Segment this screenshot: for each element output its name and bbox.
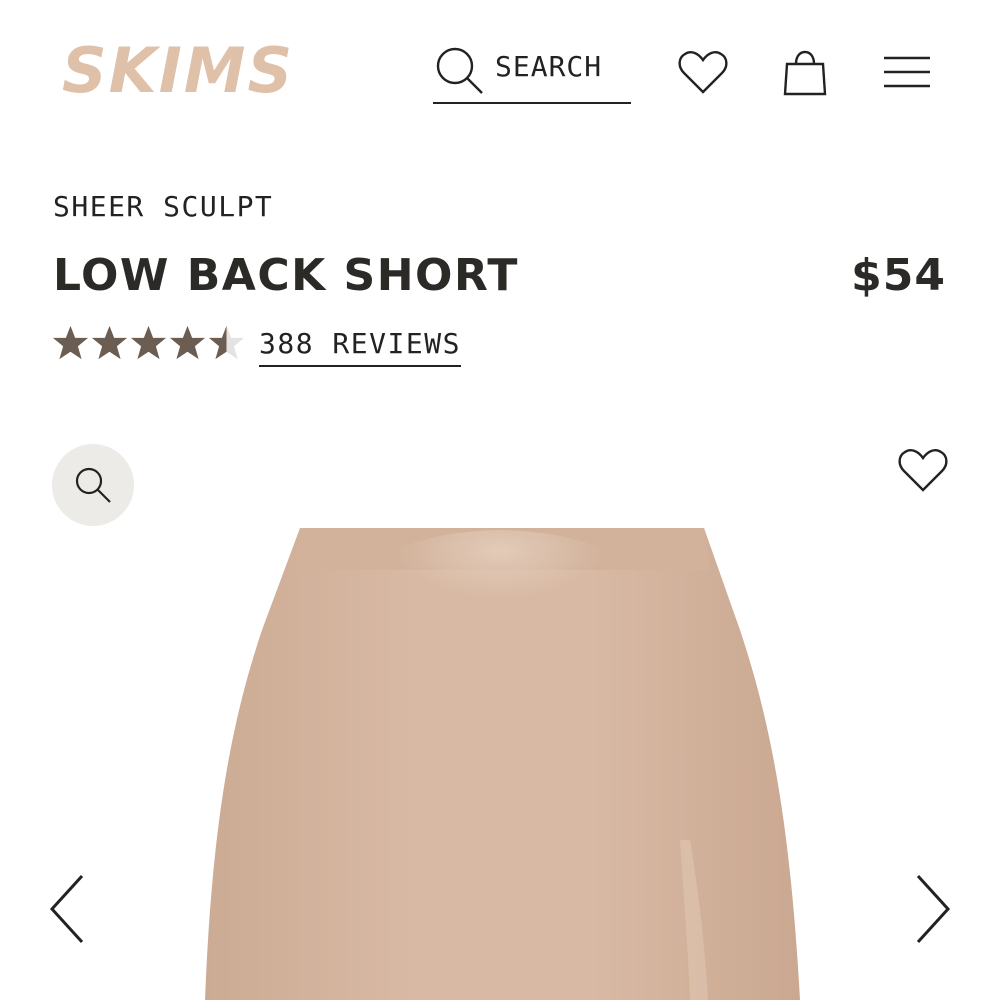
chevron-left-icon — [49, 874, 84, 944]
star-icon — [169, 325, 206, 360]
add-to-wishlist-button[interactable] — [896, 444, 950, 498]
next-image-button[interactable] — [910, 872, 954, 946]
menu-icon — [884, 56, 930, 88]
cart-button[interactable] — [778, 46, 832, 100]
zoom-button[interactable] — [52, 444, 134, 526]
heart-icon — [678, 51, 728, 94]
star-icon — [52, 325, 89, 360]
zoom-icon — [75, 467, 111, 503]
wishlist-button[interactable] — [676, 46, 730, 100]
reviews-link[interactable]: 388 REVIEWS — [259, 327, 461, 367]
star-icon — [130, 325, 167, 360]
product-title: LOW BACK SHORT — [53, 250, 519, 301]
menu-button[interactable] — [880, 46, 934, 100]
shopping-bag-icon — [783, 50, 827, 96]
brand-logo[interactable]: SKIMS — [62, 34, 314, 107]
collection-name: SHEER SCULPT — [53, 190, 274, 223]
product-image — [0, 520, 1000, 1000]
half-star-icon — [208, 325, 245, 360]
search-icon — [433, 44, 485, 96]
search-label: SEARCH — [495, 50, 603, 83]
star-rating — [52, 324, 245, 364]
heart-icon — [898, 449, 948, 492]
previous-image-button[interactable] — [46, 872, 90, 946]
product-price: $54 — [851, 250, 946, 301]
svg-text:SKIMS: SKIMS — [62, 38, 294, 102]
chevron-right-icon — [916, 874, 951, 944]
search-bar[interactable]: SEARCH — [433, 40, 631, 104]
star-icon — [91, 325, 128, 360]
